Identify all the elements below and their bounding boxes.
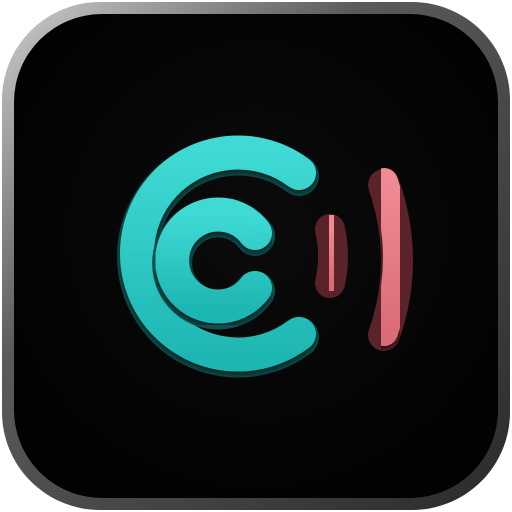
app-icon-graphic [2, 2, 510, 510]
icon-background [14, 14, 498, 498]
app-icon [0, 0, 512, 512]
